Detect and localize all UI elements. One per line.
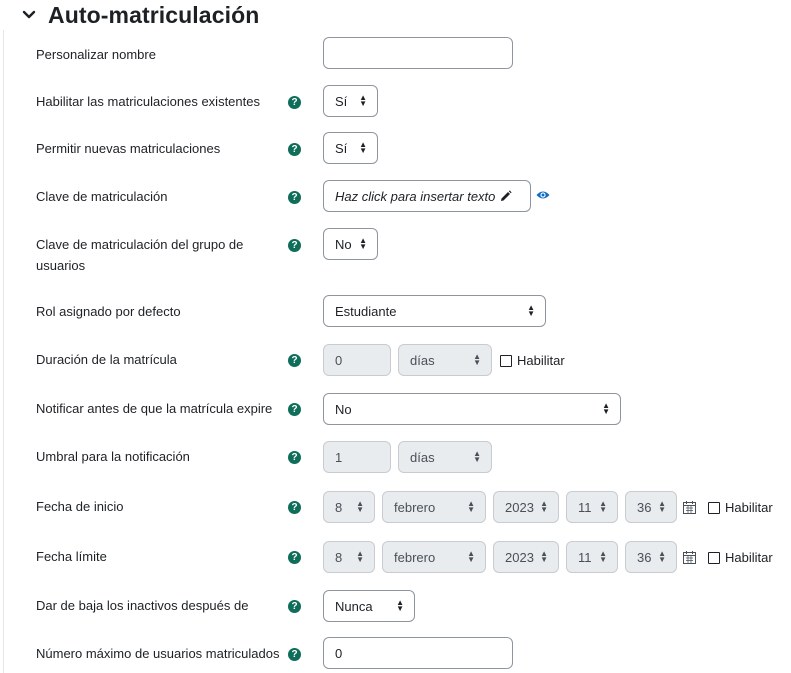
end-hour-select[interactable]: 11 ▲ ▼ — [566, 541, 618, 573]
select-arrows-icon: ▲ ▼ — [359, 140, 367, 155]
start-minute-select[interactable]: 36 ▲ ▼ — [625, 491, 677, 523]
select-arrows-icon: ▲ ▼ — [396, 598, 404, 613]
select-arrows-icon: ▲ ▼ — [540, 499, 548, 514]
select-arrows-icon: ▲ ▼ — [473, 449, 481, 464]
question-circle-icon[interactable]: ? — [288, 143, 301, 156]
eye-icon[interactable] — [536, 190, 550, 200]
checkbox-box[interactable] — [500, 354, 512, 367]
label-group-key-line1: Clave de matriculación del grupo de — [36, 237, 244, 252]
inactive-select[interactable]: Nunca ▲ ▼ — [323, 590, 415, 622]
label-group-key-line2: usuarios — [36, 258, 86, 273]
select-arrows-icon: ▲ ▼ — [658, 549, 666, 564]
select-arrows-icon: ▲ ▼ — [602, 401, 610, 416]
checkbox-box[interactable] — [708, 501, 720, 514]
start-hour-select[interactable]: 11 ▲ ▼ — [566, 491, 618, 523]
question-circle-icon[interactable]: ? — [288, 354, 301, 367]
start-enable-checkbox[interactable]: Habilitar — [708, 500, 773, 515]
label-duration: Duración de la matrícula — [36, 352, 177, 367]
select-arrows-icon: ▲ ▼ — [527, 303, 535, 318]
existing-select[interactable]: Sí ▲ ▼ — [323, 85, 378, 117]
label-key: Clave de matriculación — [36, 189, 168, 204]
select-arrows-icon: ▲ ▼ — [359, 236, 367, 251]
duration-unit-select[interactable]: días ▲ ▼ — [398, 344, 492, 376]
question-circle-icon[interactable]: ? — [288, 501, 301, 514]
question-circle-icon[interactable]: ? — [288, 239, 301, 252]
label-notify: Notificar antes de que la matrícula expi… — [36, 401, 273, 416]
new-select[interactable]: Sí ▲ ▼ — [323, 132, 378, 164]
label-inactive: Dar de baja los inactivos después de — [36, 598, 249, 613]
chevron-down-icon[interactable] — [22, 8, 36, 22]
question-circle-icon[interactable]: ? — [288, 191, 301, 204]
pencil-icon — [501, 190, 513, 201]
role-select[interactable]: Estudiante ▲ ▼ — [323, 295, 546, 327]
select-arrows-icon: ▲ ▼ — [356, 549, 364, 564]
group-key-select[interactable]: No ▲ ▼ — [323, 228, 378, 260]
select-arrows-icon: ▲ ▼ — [473, 352, 481, 367]
select-arrows-icon: ▲ ▼ — [658, 499, 666, 514]
question-circle-icon[interactable]: ? — [288, 403, 301, 416]
form-left-border — [3, 30, 4, 673]
end-minute-select[interactable]: 36 ▲ ▼ — [625, 541, 677, 573]
duration-enable-checkbox[interactable]: Habilitar — [500, 353, 565, 368]
label-role: Rol asignado por defecto — [36, 304, 181, 319]
calendar-icon[interactable] — [683, 501, 696, 514]
select-arrows-icon: ▲ ▼ — [540, 549, 548, 564]
end-day-select[interactable]: 8 ▲ ▼ — [323, 541, 375, 573]
select-arrows-icon: ▲ ▼ — [359, 93, 367, 108]
start-year-select[interactable]: 2023 ▲ ▼ — [493, 491, 559, 523]
label-new: Permitir nuevas matriculaciones — [36, 141, 221, 156]
question-circle-icon[interactable]: ? — [288, 451, 301, 464]
custom-name-input[interactable] — [323, 37, 513, 69]
select-arrows-icon: ▲ ▼ — [356, 499, 364, 514]
select-arrows-icon: ▲ ▼ — [599, 499, 607, 514]
threshold-input[interactable]: 1 — [323, 441, 391, 473]
select-arrows-icon: ▲ ▼ — [467, 549, 475, 564]
end-year-select[interactable]: 2023 ▲ ▼ — [493, 541, 559, 573]
label-custom-name: Personalizar nombre — [36, 47, 156, 62]
section-header[interactable]: Auto-matriculación — [22, 0, 259, 30]
key-inplace-editable[interactable]: Haz click para insertar texto — [323, 180, 531, 212]
question-circle-icon[interactable]: ? — [288, 551, 301, 564]
end-month-select[interactable]: febrero ▲ ▼ — [382, 541, 486, 573]
select-arrows-icon: ▲ ▼ — [467, 499, 475, 514]
calendar-icon[interactable] — [683, 551, 696, 564]
question-circle-icon[interactable]: ? — [288, 648, 301, 661]
question-circle-icon[interactable]: ? — [288, 600, 301, 613]
question-circle-icon[interactable]: ? — [288, 96, 301, 109]
section-title: Auto-matriculación — [48, 1, 260, 28]
start-month-select[interactable]: febrero ▲ ▼ — [382, 491, 486, 523]
duration-input[interactable]: 0 — [323, 344, 391, 376]
threshold-unit-select[interactable]: días ▲ ▼ — [398, 441, 492, 473]
label-existing: Habilitar las matriculaciones existentes — [36, 94, 260, 109]
start-day-select[interactable]: 8 ▲ ▼ — [323, 491, 375, 523]
checkbox-box[interactable] — [708, 551, 720, 564]
max-users-input[interactable]: 0 — [323, 637, 513, 669]
label-start-date: Fecha de inicio — [36, 499, 124, 514]
select-arrows-icon: ▲ ▼ — [599, 549, 607, 564]
label-max-users: Número máximo de usuarios matriculados — [36, 646, 280, 661]
end-enable-checkbox[interactable]: Habilitar — [708, 550, 773, 565]
label-end-date: Fecha límite — [36, 549, 107, 564]
label-threshold: Umbral para la notificación — [36, 449, 190, 464]
notify-select[interactable]: No ▲ ▼ — [323, 393, 621, 425]
